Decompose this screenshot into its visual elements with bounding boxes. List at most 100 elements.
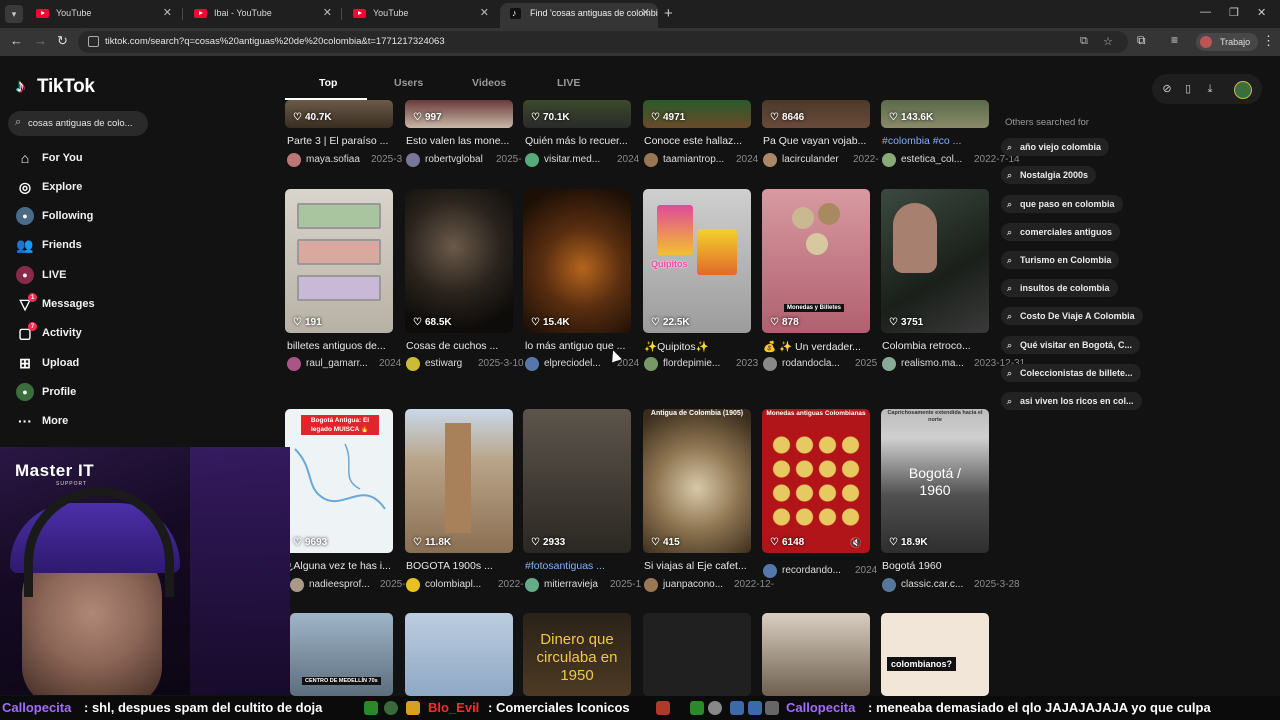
close-icon[interactable]: ✕ [641, 3, 650, 24]
video-description[interactable]: Parte 3 | El paraíso ... [287, 135, 399, 147]
tab-live[interactable]: LIVE [557, 77, 580, 89]
video-thumb[interactable] [762, 613, 870, 696]
site-info-icon[interactable] [88, 36, 99, 47]
video-author[interactable]: taamiantrop... 2024 [644, 153, 762, 167]
video-thumb[interactable]: ♡ 40.7K [285, 100, 393, 128]
phone-icon[interactable]: ▯ [1179, 80, 1197, 98]
nav-profile[interactable]: ● Profile [16, 381, 136, 403]
related-search-chip[interactable]: ⌕ asi viven los ricos en col... [1001, 392, 1142, 410]
profile-chip[interactable]: Trabajo [1196, 33, 1259, 51]
video-description[interactable]: Pa Que vayan vojab... [763, 135, 875, 147]
video-thumb[interactable]: ♡ 8646 [762, 100, 870, 128]
video-description[interactable]: Conoce este hallaz... [644, 135, 756, 147]
video-thumb[interactable]: ♡ 143.6K [881, 100, 989, 128]
minimize-icon[interactable]: — [1200, 6, 1211, 18]
search-input[interactable] [28, 115, 142, 132]
video-thumb[interactable]: ♡ 191 [285, 189, 393, 333]
video-thumb[interactable]: Quipitos ♡ 22.5K [643, 189, 751, 333]
video-thumb[interactable]: ♡ 3751 [881, 189, 989, 333]
close-icon[interactable]: ✕ [163, 3, 172, 24]
nav-for-you[interactable]: ⌂ For You [16, 147, 136, 169]
video-description[interactable]: Colombia retroco... [882, 340, 994, 352]
video-thumb[interactable]: ♡ 68.5K [405, 189, 513, 333]
video-thumb[interactable]: colombianos? [881, 613, 989, 696]
url-text[interactable]: tiktok.com/search?q=cosas%20antiguas%20d… [105, 36, 445, 47]
video-author[interactable]: robertvglobal 2025- [406, 153, 524, 167]
search-box[interactable]: ⌕ [8, 111, 148, 136]
video-author[interactable]: visitar.med... 2024 [525, 153, 643, 167]
video-author[interactable]: raul_gamarr... 2024 [287, 357, 405, 371]
nav-upload[interactable]: ⊞ Upload [16, 352, 136, 374]
nav-activity[interactable]: ▢ 7 Activity [16, 322, 136, 344]
address-bar[interactable]: tiktok.com/search?q=cosas%20antiguas%20d… [78, 31, 1128, 53]
video-description[interactable]: ¿Alguna vez te has i... [287, 560, 399, 572]
video-author[interactable]: lacirculander 2022- [763, 153, 881, 167]
back-icon[interactable]: ← [10, 33, 23, 48]
download-icon[interactable]: ⤓ [1201, 80, 1219, 98]
nav-messages[interactable]: ▽ 1 Messages [16, 293, 136, 315]
close-icon[interactable]: ✕ [323, 3, 332, 24]
video-thumb[interactable]: ♡ 997 [405, 100, 513, 128]
tab-search-icon[interactable]: ▾ [5, 5, 23, 23]
video-description[interactable]: Esto valen las mone... [406, 135, 518, 147]
forward-icon[interactable]: → [34, 33, 47, 48]
mute-icon[interactable]: 🔇 [850, 538, 862, 549]
video-description[interactable]: ✨Quipitos✨ [644, 340, 756, 353]
video-author[interactable]: recordando... 2024 [763, 564, 881, 578]
video-author[interactable]: mitierravieja 2025-1 [525, 578, 643, 592]
video-author[interactable]: estiwarg 2025-3-10 [406, 357, 532, 371]
new-tab-icon[interactable]: + [664, 5, 673, 22]
video-description[interactable]: Si viajas al Eje cafet... [644, 560, 756, 572]
video-thumb[interactable]: Monedas antiguas Colombianas 🔇 ♡ 6148 [762, 409, 870, 553]
install-app-icon[interactable]: ⧉ [1080, 35, 1088, 48]
bookmark-star-icon[interactable]: ☆ [1103, 35, 1113, 48]
nav-more[interactable]: ··· More [16, 410, 136, 432]
video-author[interactable]: classic.car.c... 2025-3-28 [882, 578, 1032, 592]
nav-live[interactable]: ● LIVE [16, 264, 136, 286]
tiktok-logo[interactable]: ♪ TikTok [16, 76, 95, 98]
related-search-chip[interactable]: ⌕ Nostalgia 2000s [1001, 166, 1097, 184]
video-thumb[interactable]: Monedas y Billetes ♡ 878 [762, 189, 870, 333]
search-icon[interactable]: ⌕ [15, 116, 21, 129]
extensions-icon[interactable]: ⧉ [1137, 33, 1146, 48]
video-author[interactable]: flordepimie... 2023 [644, 357, 762, 371]
video-description[interactable]: #fotosantiguas ... [525, 560, 637, 572]
video-thumb[interactable]: ♡ 2933 [523, 409, 631, 553]
video-thumb[interactable]: ♡ 4971 [643, 100, 751, 128]
browser-tab-4[interactable]: Find 'cosas antiguas de colombi ✕ [500, 3, 658, 28]
video-author[interactable]: juanpacono... 2022-12-14 [644, 578, 774, 592]
related-search-chip[interactable]: ⌕ Turismo en Colombia [1001, 251, 1120, 269]
tab-users[interactable]: Users [394, 77, 423, 89]
video-thumb[interactable]: Antigua de Colombia (1905) ♡ 415 [643, 409, 751, 553]
video-description[interactable]: Bogotá 1960 [882, 560, 994, 572]
video-thumb[interactable]: Caprichosamente extendida hacia el norte… [881, 409, 989, 553]
browser-tab-3[interactable]: YouTube ✕ [343, 3, 497, 28]
tab-top[interactable]: Top [319, 77, 337, 89]
video-description[interactable]: Cosas de cuchos ... [406, 340, 518, 352]
nav-friends[interactable]: 👥 Friends [16, 234, 136, 256]
reload-icon[interactable]: ↻ [57, 33, 68, 49]
video-description[interactable]: billetes antiguos de... [287, 340, 399, 352]
video-description[interactable]: 💰 ✨ Un verdader... [763, 340, 875, 353]
video-description[interactable]: Quién más lo recuer... [525, 135, 637, 147]
media-control-icon[interactable]: ≡ [1171, 33, 1178, 47]
video-thumb[interactable] [405, 613, 513, 696]
related-search-chip[interactable]: ⌕ que paso en colombia [1001, 195, 1123, 213]
avatar[interactable] [1234, 81, 1252, 99]
video-description[interactable]: lo más antiguo que ... [525, 340, 637, 352]
kebab-menu-icon[interactable]: ⋮ [1262, 33, 1275, 49]
related-search-chip[interactable]: ⌕ insultos de colombia [1001, 279, 1118, 297]
browser-tab-1[interactable]: YouTube ✕ [26, 3, 180, 28]
close-window-icon[interactable]: ✕ [1257, 6, 1266, 19]
video-author[interactable]: maya.sofiaa 2025-3 [287, 153, 417, 167]
restore-icon[interactable]: ❐ [1229, 6, 1239, 19]
related-search-chip[interactable]: ⌕ comerciales antiguos [1001, 223, 1121, 241]
video-thumb[interactable]: Bogotá Antigua: El legado MUISCA 🔥 ♡ 9693 [285, 409, 393, 553]
close-icon[interactable]: ✕ [480, 3, 489, 24]
video-description[interactable]: BOGOTA 1900s ... [406, 560, 518, 572]
nav-explore[interactable]: ◎ Explore [16, 176, 136, 198]
video-thumb[interactable]: Dinero que circulaba en 1950 [523, 613, 631, 696]
related-search-chip[interactable]: ⌕ Qué visitar en Bogotá, C... [1001, 336, 1141, 354]
video-thumb[interactable]: ♡ 70.1K [523, 100, 631, 128]
tab-videos[interactable]: Videos [472, 77, 506, 89]
